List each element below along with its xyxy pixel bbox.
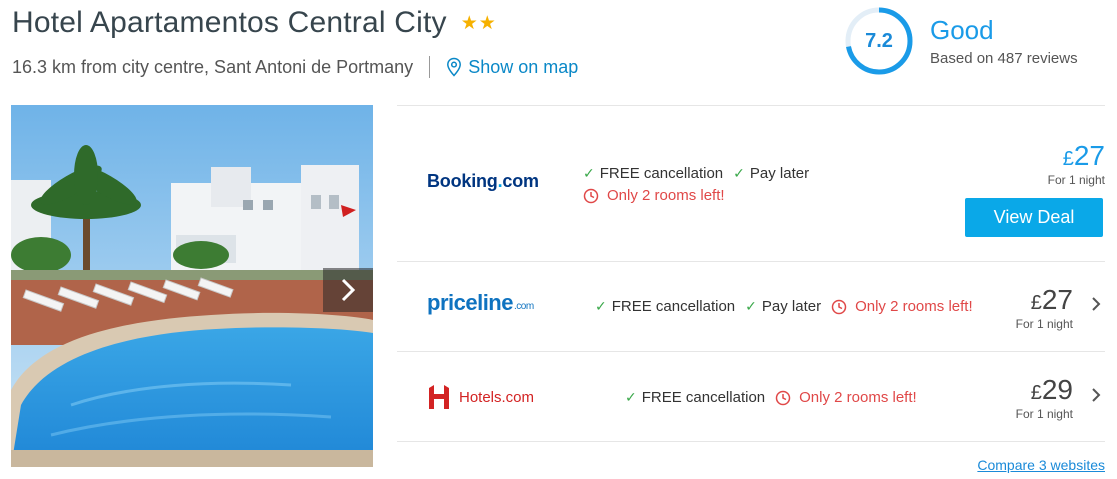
per-night-label: For 1 night — [1015, 407, 1073, 421]
booking-logo: Booking. com — [427, 171, 539, 191]
check-icon: ✓ — [595, 298, 607, 314]
star-icon: ★ — [478, 12, 496, 34]
hotels-h-icon — [429, 385, 449, 409]
clock-icon — [775, 390, 791, 405]
check-icon: ✓ — [625, 389, 637, 405]
check-icon: ✓ — [745, 298, 757, 314]
deal-list: Booking. com ✓ FREE cancellation ✓ Pay late… — [397, 105, 1105, 442]
star-icon: ★ — [460, 12, 478, 34]
deal-price: £27 For 1 night — [1015, 284, 1073, 332]
rating-gauge: 7.2 — [844, 6, 914, 76]
review-count: Based on 487 reviews — [930, 50, 1078, 67]
hotel-header: Hotel Apartamentos Central City ★ ★ — [12, 6, 496, 40]
rating-score: 7.2 — [865, 29, 893, 52]
show-on-map-link[interactable]: Show on map — [446, 57, 578, 78]
show-on-map-label: Show on map — [468, 56, 579, 77]
availability-warning: Only 2 rooms left! — [831, 298, 973, 315]
feature-item: ✓ FREE cancellation — [583, 165, 724, 182]
next-photo-button[interactable] — [323, 268, 373, 312]
map-pin-icon — [447, 57, 462, 77]
feature-item: ✓ FREE cancellation — [625, 389, 766, 406]
chevron-right-icon — [341, 278, 356, 302]
price-value: 27 — [1073, 140, 1105, 171]
price-value: 29 — [1041, 374, 1073, 405]
hotel-location: 16.3 km from city centre, Sant Antoni de… — [12, 56, 578, 78]
price-currency: £ — [1062, 148, 1074, 170]
deal-row-priceline[interactable]: priceline .com ✓ FREE cancellation ✓ Pay la… — [397, 261, 1105, 351]
availability-warning: Only 2 rooms left! — [775, 389, 917, 406]
feature-item: ✓ Pay later — [733, 165, 810, 182]
expand-deal-button[interactable] — [1091, 387, 1101, 408]
rating-label: Good — [930, 15, 994, 45]
price-currency: £ — [1030, 382, 1042, 404]
distance-text: 16.3 km from city centre, Sant Antoni de… — [12, 56, 414, 77]
view-deal-button[interactable]: View Deal — [965, 198, 1103, 237]
divider — [429, 56, 431, 78]
priceline-logo: priceline .com — [427, 290, 534, 315]
clock-icon — [831, 299, 847, 314]
deal-features: ✓ FREE cancellation Only 2 rooms left! — [625, 389, 917, 406]
star-rating: ★ ★ — [461, 14, 496, 33]
guest-rating: 7.2 Good Based on 487 reviews — [844, 6, 1078, 76]
deal-price: £29 For 1 night — [1015, 374, 1073, 422]
check-icon: ✓ — [733, 165, 745, 181]
price-currency: £ — [1030, 292, 1042, 314]
deal-price: £27 For 1 night — [1047, 140, 1105, 188]
hotels-logo: Hotels.com — [427, 384, 534, 410]
hotel-photo[interactable] — [11, 105, 373, 467]
availability-warning: Only 2 rooms left! — [583, 187, 725, 204]
deal-features: ✓ FREE cancellation ✓ Pay later Only 2 roo… — [595, 298, 973, 315]
feature-item: ✓ FREE cancellation — [595, 298, 736, 315]
feature-item: ✓ Pay later — [745, 298, 822, 315]
per-night-label: For 1 night — [1015, 317, 1073, 331]
price-value: 27 — [1041, 284, 1073, 315]
clock-icon — [583, 188, 599, 203]
chevron-right-icon — [1092, 388, 1101, 402]
hotel-name: Hotel Apartamentos Central City — [12, 6, 447, 39]
deal-features: ✓ FREE cancellation ✓ Pay later Only 2 roo… — [583, 165, 819, 204]
per-night-label: For 1 night — [1047, 173, 1105, 187]
deal-row-hotels[interactable]: Hotels.com ✓ FREE cancellation Only 2 roo… — [397, 351, 1105, 442]
chevron-right-icon — [1092, 297, 1101, 311]
deal-row-booking[interactable]: Booking. com ✓ FREE cancellation ✓ Pay late… — [397, 105, 1105, 261]
check-icon: ✓ — [583, 165, 595, 181]
expand-deal-button[interactable] — [1091, 296, 1101, 317]
compare-websites-link[interactable]: Compare 3 websites — [977, 457, 1105, 473]
